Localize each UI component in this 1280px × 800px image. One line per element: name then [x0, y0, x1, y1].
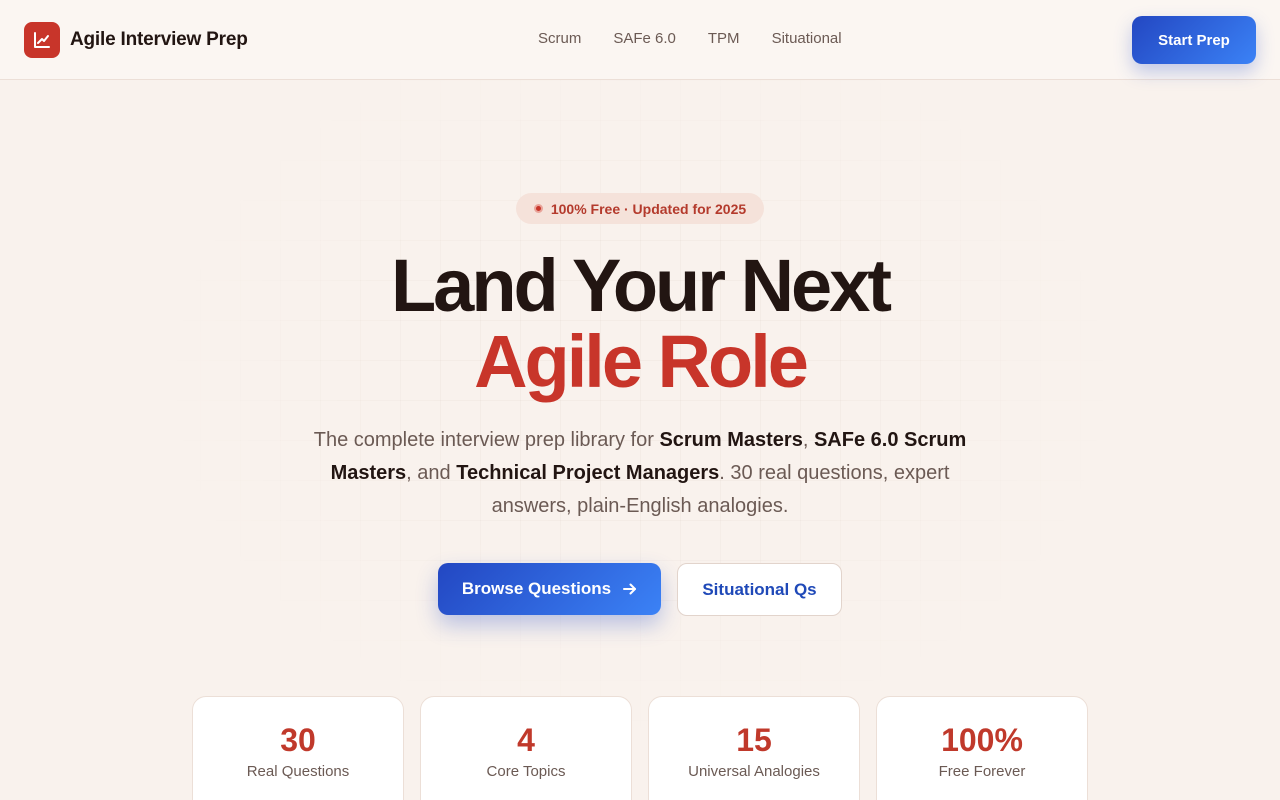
status-dot-icon — [533, 204, 543, 213]
stat-value: 30 — [280, 722, 316, 758]
stat-label: Core Topics — [486, 763, 566, 780]
brand[interactable]: Agile Interview Prep — [24, 22, 248, 58]
hero-headline: Land Your Next Agile Role — [0, 248, 1280, 400]
headline-line-2: Agile Role — [474, 320, 809, 403]
browse-questions-button[interactable]: Browse Questions — [438, 563, 661, 615]
arrow-right-icon — [623, 582, 637, 596]
stat-label: Universal Analogies — [688, 763, 820, 780]
situational-qs-button[interactable]: Situational Qs — [677, 563, 842, 616]
subtitle-highlight-tpm: Technical Project Managers — [456, 462, 720, 484]
stat-label: Free Forever — [938, 763, 1026, 780]
stat-value: 100% — [941, 722, 1023, 758]
stat-card-analogies: 15 Universal Analogies — [648, 696, 860, 800]
top-navbar: Agile Interview Prep Scrum SAFe 6.0 TPM … — [0, 0, 1280, 80]
subtitle-text: , and — [406, 462, 457, 484]
stat-label: Real Questions — [246, 763, 350, 780]
stat-value: 15 — [736, 722, 772, 758]
nav-link-safe[interactable]: SAFe 6.0 — [613, 29, 676, 49]
trend-chart-icon — [24, 22, 60, 58]
stat-card-questions: 30 Real Questions — [192, 696, 404, 800]
subtitle-highlight-scrum: Scrum Masters — [659, 429, 803, 451]
hero-subtitle: The complete interview prep library for … — [300, 424, 980, 523]
free-badge: 100% Free · Updated for 2025 — [516, 193, 764, 224]
subtitle-text: , — [802, 429, 814, 451]
nav-link-scrum[interactable]: Scrum — [538, 29, 581, 49]
brand-name: Agile Interview Prep — [70, 29, 248, 50]
browse-questions-label: Browse Questions — [461, 579, 612, 598]
start-prep-button[interactable]: Start Prep — [1132, 16, 1256, 64]
stat-value: 4 — [517, 722, 535, 758]
nav-link-situational[interactable]: Situational — [772, 29, 842, 49]
stat-card-topics: 4 Core Topics — [420, 696, 632, 800]
main-nav: Scrum SAFe 6.0 TPM Situational — [538, 29, 874, 49]
headline-line-1: Land Your Next — [390, 244, 892, 327]
nav-link-tpm[interactable]: TPM — [708, 29, 740, 49]
stat-card-free: 100% Free Forever — [876, 696, 1088, 800]
subtitle-text: The complete interview prep library for — [313, 429, 660, 451]
badge-text: 100% Free · Updated for 2025 — [550, 200, 747, 217]
